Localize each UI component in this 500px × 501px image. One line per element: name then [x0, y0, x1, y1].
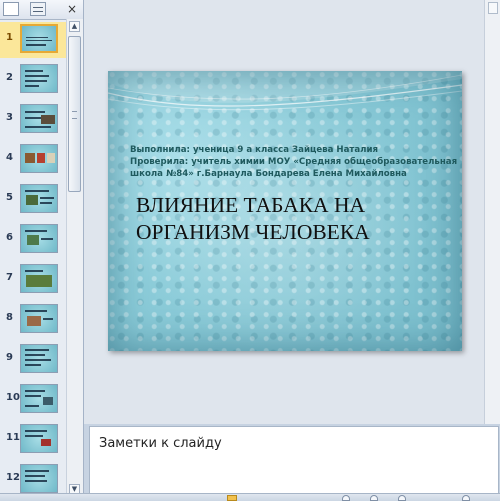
- current-slide[interactable]: Выполнила: ученица 9 а класса Зайцева На…: [108, 71, 462, 351]
- view-normal-icon[interactable]: [342, 495, 350, 501]
- slide-preview: [20, 224, 58, 253]
- scrollbar-thumb[interactable]: [68, 36, 81, 192]
- slides-tab[interactable]: [3, 2, 19, 16]
- slide-number: 4: [6, 152, 13, 163]
- slide-thumbnail[interactable]: 11: [0, 422, 66, 458]
- slide-thumbnail[interactable]: 3: [0, 102, 66, 138]
- credit-line: школа №84» г.Барнаула Бондарева Елена Ми…: [130, 169, 407, 179]
- slide-preview: [20, 104, 58, 133]
- slide-number: 3: [6, 112, 13, 123]
- slide-title[interactable]: ВЛИЯНИЕ ТАБАКА НА ОРГАНИЗМ ЧЕЛОВЕКА: [136, 192, 456, 246]
- notes-pane[interactable]: Заметки к слайду: [89, 426, 499, 494]
- slide-preview: [20, 264, 58, 293]
- slide-thumbnail[interactable]: 9: [0, 342, 66, 378]
- slide-number: 8: [6, 312, 13, 323]
- thumbnail-scrollbar[interactable]: ▲ ▼: [66, 19, 83, 500]
- editor-scroll-up-icon[interactable]: [488, 2, 498, 14]
- slide-thumbnail[interactable]: 7: [0, 262, 66, 298]
- slide-thumbnail[interactable]: 4: [0, 142, 66, 178]
- slide-thumbnail[interactable]: 6: [0, 222, 66, 258]
- credit-line: Выполнила: ученица 9 а класса Зайцева На…: [130, 145, 379, 155]
- slide-number: 1: [6, 32, 13, 43]
- zoom-in-icon[interactable]: [462, 495, 470, 501]
- slide-preview: [20, 304, 58, 333]
- slide-preview: [20, 24, 58, 53]
- scroll-up-arrow-icon[interactable]: ▲: [69, 21, 80, 32]
- slide-number: 10: [6, 392, 20, 403]
- slide-number: 11: [6, 432, 20, 443]
- outline-tab[interactable]: [30, 2, 46, 16]
- slide-preview: [20, 464, 58, 493]
- slide-number: 12: [6, 472, 20, 483]
- slide-number: 9: [6, 352, 13, 363]
- slide-thumbnail[interactable]: 8: [0, 302, 66, 338]
- slide-thumbnail-list: 1 2 3 4 5 6 7 8 9 10 11 12: [0, 22, 66, 500]
- slide-preview: [20, 344, 58, 373]
- editor-scrollbar[interactable]: [484, 0, 500, 424]
- slide-thumbnail[interactable]: 1: [0, 22, 66, 58]
- notes-placeholder: Заметки к слайду: [99, 436, 222, 451]
- slide-preview: [20, 64, 58, 93]
- slide-thumbnail[interactable]: 5: [0, 182, 66, 218]
- slides-panel: × 1 2 3 4 5 6 7 8 9 10 11 12 ▲ ▼: [0, 0, 84, 500]
- slide-preview: [20, 144, 58, 173]
- spellcheck-icon[interactable]: [227, 495, 237, 501]
- slide-preview: [20, 384, 58, 413]
- slide-author-info[interactable]: Выполнила: ученица 9 а класса Зайцева На…: [130, 144, 458, 180]
- close-panel-icon[interactable]: ×: [65, 1, 79, 17]
- view-reading-icon[interactable]: [398, 495, 406, 501]
- title-line: ВЛИЯНИЕ ТАБАКА НА: [136, 193, 366, 217]
- slide-thumbnail[interactable]: 2: [0, 62, 66, 98]
- slide-number: 5: [6, 192, 13, 203]
- slide-preview: [20, 424, 58, 453]
- slide-number: 7: [6, 272, 13, 283]
- slide-preview: [20, 184, 58, 213]
- view-sorter-icon[interactable]: [370, 495, 378, 501]
- slide-number: 6: [6, 232, 13, 243]
- panel-tabs: ×: [0, 0, 83, 20]
- credit-line: Проверила: учитель химии МОУ «Средняя об…: [130, 157, 458, 167]
- slide-thumbnail[interactable]: 10: [0, 382, 66, 418]
- slide-number: 2: [6, 72, 13, 83]
- title-line: ОРГАНИЗМ ЧЕЛОВЕКА: [136, 220, 370, 244]
